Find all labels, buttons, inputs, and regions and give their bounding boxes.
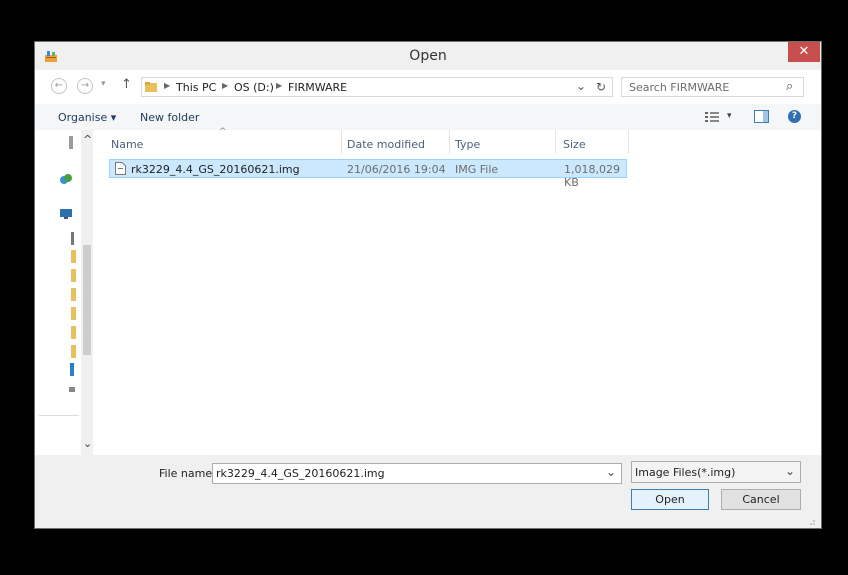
folder-icon[interactable] [71, 269, 76, 282]
column-divider[interactable] [341, 130, 342, 154]
column-header-name[interactable]: Name [111, 138, 143, 151]
nav-divider [39, 415, 79, 416]
quick-access-icon[interactable] [69, 136, 73, 149]
cancel-button[interactable]: Cancel [721, 489, 801, 510]
filename-dropdown-icon[interactable]: ⌄ [606, 465, 616, 479]
search-input[interactable]: Search FIRMWARE [629, 81, 729, 94]
filetype-value: Image Files(*.img) [635, 466, 736, 479]
search-box[interactable]: Search FIRMWARE ⌕ [621, 77, 804, 97]
filetype-dropdown-icon[interactable]: ⌄ [785, 464, 795, 478]
search-icon[interactable]: ⌕ [786, 79, 793, 94]
scroll-up-icon[interactable]: ^ [83, 133, 92, 146]
breadcrumb-this-pc[interactable]: This PC [176, 81, 216, 94]
view-menu-icon[interactable]: ▾ [727, 111, 732, 121]
new-folder-button[interactable]: New folder [140, 111, 199, 124]
nav-item-icon[interactable] [71, 232, 74, 245]
table-row[interactable]: rk3229_4.4_GS_20160621.img 21/06/2016 19… [109, 159, 627, 189]
address-bar[interactable]: ▶ This PC ▶ OS (D:) ▶ FIRMWARE ⌄ ↻ [141, 77, 613, 97]
file-date-modified: 21/06/2016 19:04 [347, 163, 446, 176]
address-row: ← → ▾ ↑ ▶ This PC ▶ OS (D:) ▶ FIRMWARE ⌄… [35, 70, 821, 104]
folder-icon[interactable] [71, 250, 76, 263]
folder-icon[interactable] [71, 326, 76, 339]
file-size: 1,018,029 KB [564, 163, 620, 189]
breadcrumb-separator-icon: ▶ [276, 81, 283, 90]
filetype-select[interactable]: Image Files(*.img) ⌄ [631, 461, 801, 483]
column-divider[interactable] [555, 130, 556, 154]
column-header-type[interactable]: Type [455, 138, 480, 151]
this-pc-icon[interactable] [59, 208, 73, 220]
network-drive-icon[interactable] [69, 387, 75, 392]
file-name: rk3229_4.4_GS_20160621.img [131, 163, 300, 176]
preview-pane-icon[interactable] [754, 110, 769, 123]
filename-value: rk3229_4.4_GS_20160621.img [216, 467, 385, 480]
homegroup-icon[interactable] [59, 172, 73, 186]
folder-icon[interactable] [71, 288, 76, 301]
file-icon [115, 162, 126, 175]
filename-label: File name: [159, 467, 216, 480]
file-type: IMG File [455, 163, 499, 176]
open-dialog: Open ✕ ← → ▾ ↑ ▶ This PC ▶ OS (D:) ▶ FIR… [34, 41, 822, 529]
window-title: Open [409, 48, 447, 64]
recent-locations-icon[interactable]: ▾ [101, 79, 106, 89]
breadcrumb-separator-icon: ▶ [222, 81, 229, 90]
filename-input[interactable]: rk3229_4.4_GS_20160621.img ⌄ [212, 463, 622, 484]
title-bar[interactable]: Open ✕ [35, 42, 821, 70]
up-button[interactable]: ↑ [121, 77, 132, 92]
back-button[interactable]: ← [51, 78, 67, 94]
column-divider[interactable] [628, 130, 629, 154]
breadcrumb-os-d[interactable]: OS (D:) [234, 81, 274, 94]
column-header-size[interactable]: Size [563, 138, 586, 151]
breadcrumb-firmware[interactable]: FIRMWARE [288, 81, 347, 94]
folder-icon [145, 82, 157, 92]
sort-ascending-icon: ^ [219, 127, 227, 137]
command-bar: Organise ▾ New folder ▾ ? [35, 104, 821, 130]
organise-button[interactable]: Organise ▾ [58, 111, 116, 124]
scroll-down-icon[interactable]: ⌄ [83, 437, 92, 450]
breadcrumb-separator-icon: ▶ [164, 81, 171, 90]
resize-grip-icon[interactable] [807, 517, 816, 526]
folder-icon[interactable] [71, 307, 76, 320]
drive-icon[interactable] [70, 363, 74, 376]
refresh-icon[interactable]: ↻ [596, 80, 606, 94]
column-header-date[interactable]: Date modified [347, 138, 425, 151]
folder-icon[interactable] [71, 345, 76, 358]
file-list: Name ^ Date modified Type Size rk3229_4.… [93, 127, 821, 455]
open-button[interactable]: Open [631, 489, 709, 510]
column-divider[interactable] [449, 130, 450, 154]
forward-button[interactable]: → [77, 78, 93, 94]
scrollbar-thumb[interactable] [83, 245, 91, 355]
close-button[interactable]: ✕ [788, 42, 820, 62]
view-details-icon[interactable] [705, 111, 719, 123]
address-dropdown-icon[interactable]: ⌄ [576, 79, 586, 93]
help-icon[interactable]: ? [788, 110, 801, 123]
dialog-footer: File name: rk3229_4.4_GS_20160621.img ⌄ … [35, 455, 821, 528]
navigation-pane [35, 130, 81, 455]
